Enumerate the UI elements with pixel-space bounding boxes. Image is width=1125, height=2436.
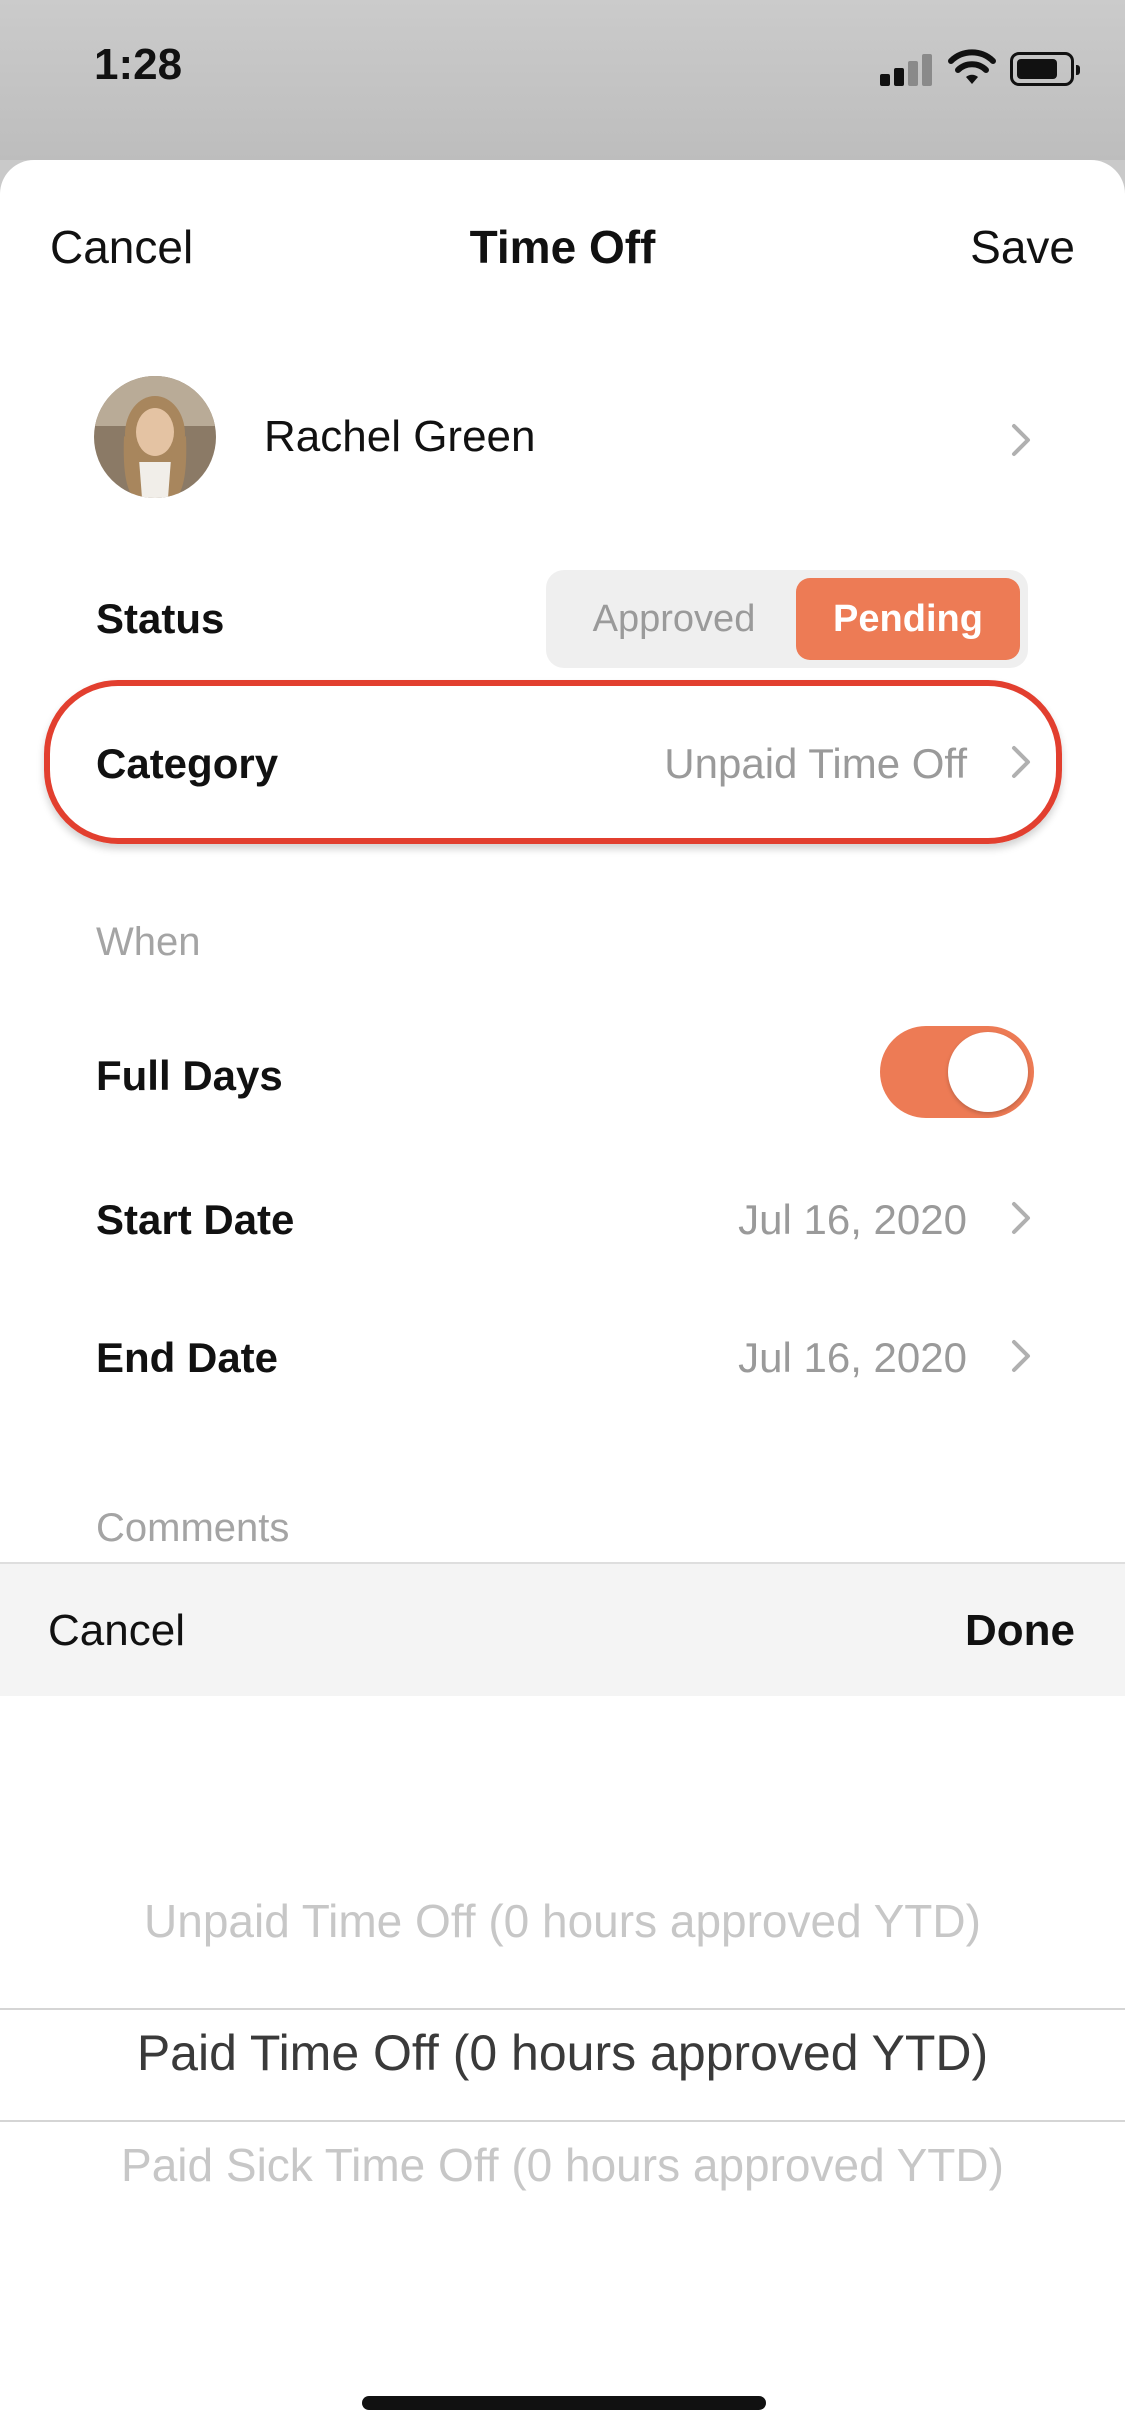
full-days-label: Full Days xyxy=(96,1052,283,1099)
status-pending-option[interactable]: Pending xyxy=(796,578,1020,660)
status-label: Status xyxy=(96,595,225,642)
end-date-label: End Date xyxy=(96,1334,279,1381)
chevron-right-icon xyxy=(1012,424,1030,456)
start-date-value: Jul 16, 2020 xyxy=(738,1196,967,1243)
end-date-value: Jul 16, 2020 xyxy=(738,1334,967,1381)
status-bar: 1:28 xyxy=(0,0,1125,160)
picker-option-paid-sick[interactable]: Paid Sick Time Off (0 hours approved YTD… xyxy=(0,2138,1125,2192)
picker-option-unpaid[interactable]: Unpaid Time Off (0 hours approved YTD) xyxy=(0,1894,1125,1948)
status-time: 1:28 xyxy=(94,40,183,89)
picker-selection-line-top xyxy=(0,2008,1125,2010)
time-off-sheet: Cancel Time Off Save Rachel Green Status… xyxy=(0,160,1125,2436)
picker-cancel-button[interactable]: Cancel xyxy=(48,1606,185,1656)
employee-name: Rachel Green xyxy=(264,412,536,461)
cellular-signal-icon xyxy=(880,52,936,86)
start-date-row[interactable]: Start Date Jul 16, 2020 xyxy=(0,1160,1125,1280)
when-section-title: When xyxy=(96,920,201,964)
page-title: Time Off xyxy=(469,221,656,273)
comments-section-title: Comments xyxy=(96,1506,290,1550)
chevron-right-icon xyxy=(1012,1202,1030,1234)
save-button[interactable]: Save xyxy=(970,220,1075,274)
picker-selection-line-bottom xyxy=(0,2120,1125,2122)
start-date-label: Start Date xyxy=(96,1196,295,1243)
employee-row[interactable]: Rachel Green xyxy=(0,360,1125,520)
home-indicator xyxy=(362,2396,766,2410)
picker-done-button[interactable]: Done xyxy=(965,1606,1075,1656)
category-highlight xyxy=(44,680,1062,844)
end-date-row[interactable]: End Date Jul 16, 2020 xyxy=(0,1298,1125,1418)
picker-toolbar: Cancel Done xyxy=(0,1562,1125,1696)
avatar xyxy=(94,376,216,498)
nav-bar: Cancel Time Off Save xyxy=(0,160,1125,330)
wifi-icon xyxy=(948,49,996,84)
picker-option-paid[interactable]: Paid Time Off (0 hours approved YTD) xyxy=(0,2024,1125,2082)
status-approved-option[interactable]: Approved xyxy=(554,578,794,660)
status-segmented-control: Approved Pending xyxy=(546,570,1028,668)
toggle-knob xyxy=(948,1032,1028,1112)
full-days-toggle[interactable] xyxy=(880,1026,1034,1118)
category-picker[interactable]: Unpaid Time Off (0 hours approved YTD) P… xyxy=(0,1696,1125,2436)
chevron-right-icon xyxy=(1012,1340,1030,1372)
battery-icon xyxy=(1010,52,1080,86)
